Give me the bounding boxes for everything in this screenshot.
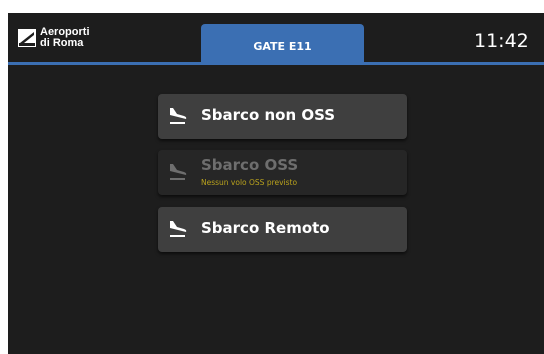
adr-logo: Aeroporti di Roma bbox=[18, 27, 90, 49]
gate-tab[interactable]: GATE E11 bbox=[201, 24, 364, 65]
top-bar: Aeroporti di Roma GATE E11 11:42 bbox=[8, 13, 544, 65]
plane-landing-icon bbox=[170, 221, 187, 237]
sbarco-oss-button[interactable]: Sbarco OSS Nessun volo OSS previsto bbox=[158, 150, 407, 195]
plane-landing-icon bbox=[170, 108, 187, 124]
button-label: Sbarco Remoto bbox=[201, 219, 330, 237]
screen: Aeroporti di Roma GATE E11 11:42 Sbarco … bbox=[8, 13, 544, 354]
plane-landing-icon bbox=[170, 164, 187, 180]
logo-line2: di Roma bbox=[40, 37, 84, 49]
button-label: Sbarco OSS bbox=[201, 156, 299, 174]
sbarco-remoto-button[interactable]: Sbarco Remoto bbox=[158, 207, 407, 252]
sbarco-non-oss-button[interactable]: Sbarco non OSS bbox=[158, 94, 407, 139]
button-label: Sbarco non OSS bbox=[201, 106, 336, 124]
adr-logo-icon bbox=[18, 29, 36, 47]
clock: 11:42 bbox=[474, 30, 529, 52]
logo-text: Aeroporti di Roma bbox=[40, 27, 90, 49]
button-subtitle: Nessun volo OSS previsto bbox=[201, 178, 298, 187]
gate-label: GATE E11 bbox=[253, 39, 312, 53]
